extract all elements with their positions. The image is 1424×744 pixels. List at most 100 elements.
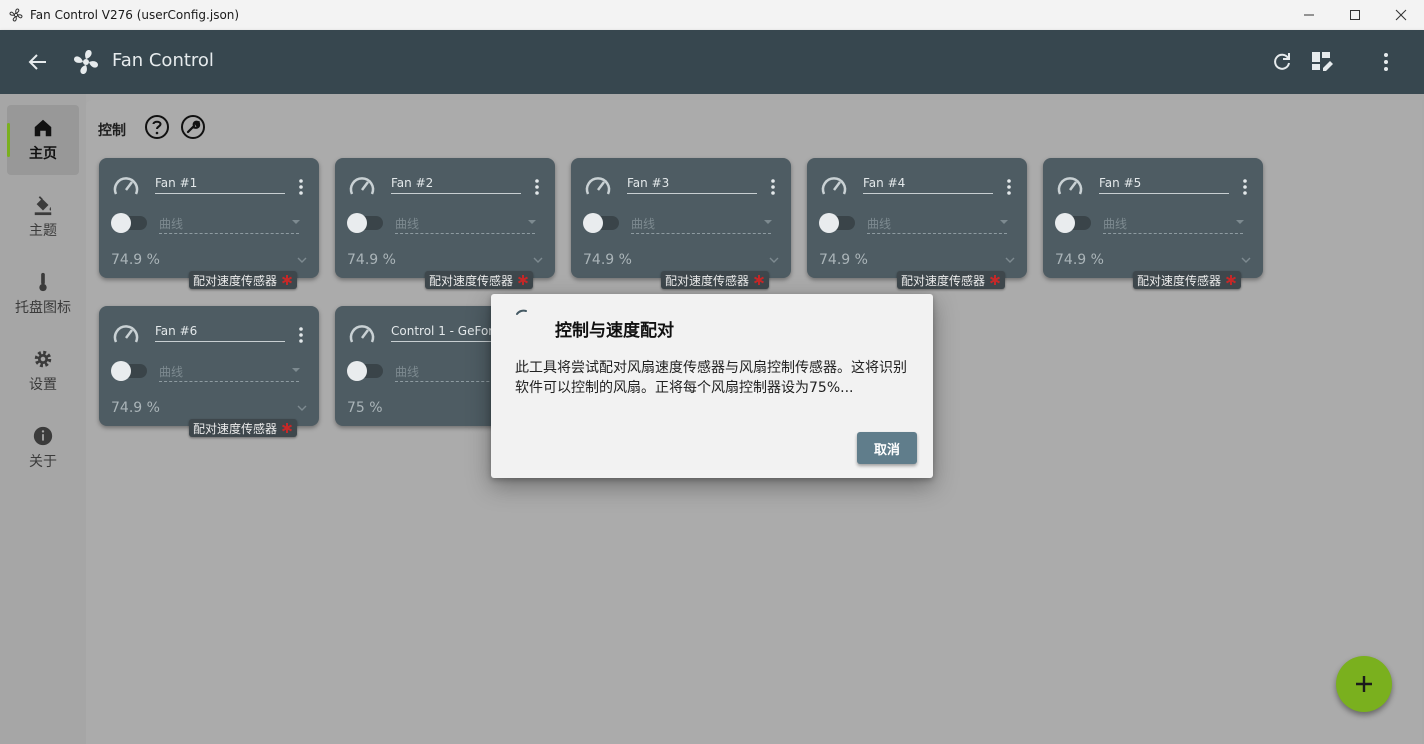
window-title: Fan Control V276 (userConfig.json) [30,8,240,22]
asterisk-icon [518,275,529,285]
curve-select[interactable]: 曲线 [395,214,535,234]
curve-select[interactable]: 曲线 [159,362,299,382]
more-vert-icon[interactable] [295,326,307,344]
curve-select[interactable]: 曲线 [867,214,1007,234]
fan-value: 74.9 % [111,252,160,268]
fan-name-field[interactable]: Fan #6 [155,322,285,342]
help-icon[interactable] [144,114,170,140]
enable-toggle[interactable] [819,213,855,233]
plus-icon [1356,676,1372,692]
enable-toggle[interactable] [583,213,619,233]
expand-chevron-icon[interactable] [1005,256,1015,264]
minimize-button[interactable] [1286,0,1332,30]
fan-value: 74.9 % [1055,252,1104,268]
fan-value: 74.9 % [583,252,632,268]
sidebar-item-settings[interactable]: 设置 [7,336,79,406]
dropdown-arrow-icon [292,368,300,372]
paint-bucket-icon [34,196,52,216]
window-titlebar: Fan Control V276 (userConfig.json) [0,0,1424,30]
maximize-icon [1350,10,1360,20]
pair-speed-sensor-badge[interactable]: 配对速度传感器 [897,271,1006,289]
asterisk-icon [754,275,765,285]
sidebar-item-tray-icon[interactable]: 托盘图标 [7,259,79,329]
sidebar-item-label: 关于 [29,454,57,470]
expand-chevron-icon[interactable] [297,404,307,412]
close-window-button[interactable] [1378,0,1424,30]
fan-card-1[interactable]: Fan #1 曲线 74.9 % [99,158,319,278]
speedometer-icon [349,325,375,343]
fan-name-field[interactable]: Fan #4 [863,174,993,194]
badge-label: 配对速度传感器 [429,273,514,288]
sidebar-item-label: 托盘图标 [15,300,71,316]
fan-value: 74.9 % [819,252,868,268]
expand-chevron-icon[interactable] [297,256,307,264]
fan-name-field[interactable]: Fan #2 [391,174,521,194]
dropdown-arrow-icon [292,220,300,224]
more-vert-icon[interactable] [1003,178,1015,196]
active-indicator [7,123,10,157]
dialog-title: 控制与速度配对 [555,321,674,341]
add-button[interactable] [1336,656,1392,712]
badge-label: 配对速度传感器 [193,421,278,436]
more-vert-icon[interactable] [295,178,307,196]
pair-speed-sensor-badge[interactable]: 配对速度传感器 [661,271,770,289]
badge-label: 配对速度传感器 [665,273,750,288]
more-vert-icon[interactable] [1239,178,1251,196]
refresh-icon[interactable] [1270,50,1294,74]
fan-card-5[interactable]: Fan #5 曲线 74.9 % [1043,158,1263,278]
speedometer-icon [1057,177,1083,195]
enable-toggle[interactable] [347,361,383,381]
pair-speed-sensor-badge[interactable]: 配对速度传感器 [189,419,298,437]
curve-select[interactable]: 曲线 [159,214,299,234]
pairing-dialog: 控制与速度配对 此工具将尝试配对风扇速度传感器与风扇控制传感器。这将识别软件可以… [491,294,933,478]
more-vert-icon[interactable] [531,178,543,196]
pair-speed-sensor-badge[interactable]: 配对速度传感器 [425,271,534,289]
badge-label: 配对速度传感器 [901,273,986,288]
curve-select[interactable]: 曲线 [1103,214,1243,234]
fan-card-2[interactable]: Fan #2 曲线 74.9 % [335,158,555,278]
more-vert-icon[interactable] [1374,50,1398,74]
fan-app-icon [9,8,23,22]
curve-select[interactable]: 曲线 [631,214,771,234]
enable-toggle[interactable] [111,361,147,381]
enable-toggle[interactable] [347,213,383,233]
speedometer-icon [349,177,375,195]
dashboard-edit-icon[interactable] [1310,50,1334,74]
gear-icon [34,350,52,368]
maximize-button[interactable] [1332,0,1378,30]
wrench-icon[interactable] [180,114,206,140]
fan-name-field[interactable]: Fan #3 [627,174,757,194]
enable-toggle[interactable] [1055,213,1091,233]
sidebar-item-theme[interactable]: 主题 [7,182,79,252]
minimize-icon [1304,14,1314,16]
cancel-button[interactable]: 取消 [857,432,917,464]
dropdown-arrow-icon [528,220,536,224]
section-title: 控制 [98,123,126,139]
dialog-message: 此工具将尝试配对风扇速度传感器与风扇控制传感器。这将识别软件可以控制的风扇。正将… [515,360,907,396]
fan-card-3[interactable]: Fan #3 曲线 74.9 % [571,158,791,278]
progress-spinner-icon [516,309,527,315]
badge-label: 配对速度传感器 [193,273,278,288]
sidebar: 主页 主题 托盘图标 设置 关于 [0,94,86,744]
sidebar-item-about[interactable]: 关于 [7,413,79,483]
fan-card-6[interactable]: Fan #6 曲线 74.9 % [99,306,319,426]
pair-speed-sensor-badge[interactable]: 配对速度传感器 [1133,271,1242,289]
speedometer-icon [113,177,139,195]
app-title: Fan Control [112,50,214,71]
fan-name-field[interactable]: Fan #5 [1099,174,1229,194]
speedometer-icon [585,177,611,195]
pair-speed-sensor-badge[interactable]: 配对速度传感器 [189,271,298,289]
home-icon [34,119,52,137]
enable-toggle[interactable] [111,213,147,233]
expand-chevron-icon[interactable] [769,256,779,264]
asterisk-icon [1226,275,1237,285]
fan-value: 75 % [347,400,383,416]
more-vert-icon[interactable] [767,178,779,196]
dropdown-arrow-icon [1000,220,1008,224]
expand-chevron-icon[interactable] [1241,256,1251,264]
expand-chevron-icon[interactable] [533,256,543,264]
fan-card-4[interactable]: Fan #4 曲线 74.9 % [807,158,1027,278]
back-arrow-icon[interactable] [26,50,50,74]
fan-name-field[interactable]: Fan #1 [155,174,285,194]
sidebar-item-home[interactable]: 主页 [7,105,79,175]
